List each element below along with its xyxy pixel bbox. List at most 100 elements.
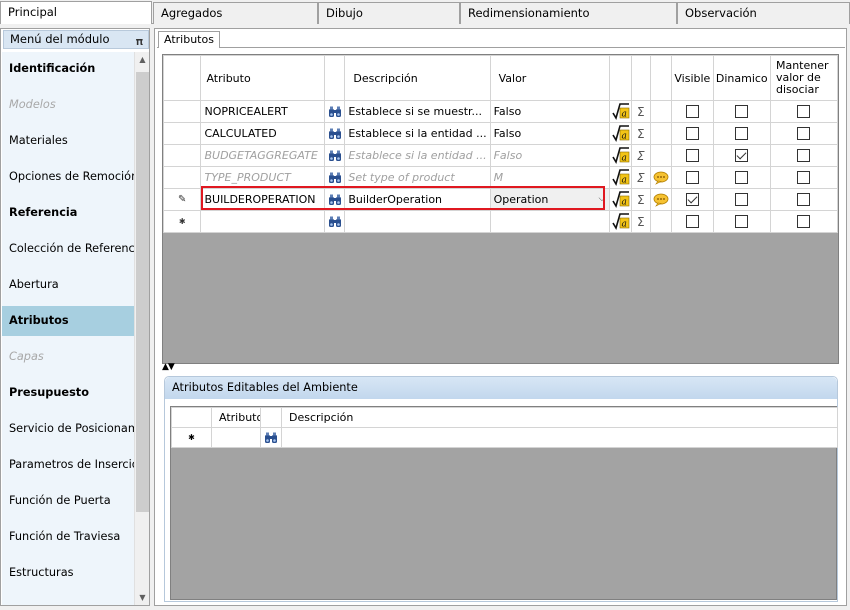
comment-icon[interactable] <box>649 122 673 145</box>
grid-row[interactable]: BUDGETAGGREGATE Establece si la entidad .… <box>162 144 839 167</box>
env-new-row[interactable]: ✱ <box>171 427 838 448</box>
column-header-visible[interactable]: Visible <box>671 55 714 101</box>
menu-item-colecci-n-de-referencias[interactable]: Colección de Referencias <box>2 234 134 264</box>
sigma-icon[interactable]: Σ <box>630 188 651 211</box>
grid-row[interactable]: NOPRICEALERT Establece si se muestr... Fal… <box>162 100 839 123</box>
binoculars-icon[interactable] <box>324 188 346 211</box>
formula-icon[interactable]: a <box>609 144 632 167</box>
visible-cell-checkbox[interactable] <box>685 105 699 119</box>
visible-cell[interactable] <box>671 122 714 145</box>
sigma-icon[interactable]: Σ <box>630 144 651 167</box>
comment-icon[interactable] <box>649 188 673 211</box>
formula-icon[interactable]: a <box>609 100 632 123</box>
menu-item-materiales[interactable]: Materiales <box>2 126 134 156</box>
binoculars-icon[interactable] <box>324 166 346 189</box>
keep-value-cell[interactable] <box>769 100 839 123</box>
visible-cell[interactable] <box>671 166 714 189</box>
visible-cell-checkbox[interactable] <box>685 171 699 185</box>
chevron-down-icon[interactable]: ⌵ <box>599 194 606 204</box>
binoculars-icon[interactable] <box>324 122 346 145</box>
scroll-thumb[interactable] <box>136 72 149 512</box>
description-cell[interactable]: Establece si la entidad ... <box>344 144 491 167</box>
menu-item-funci-n-de-puerta[interactable]: Función de Puerta <box>2 486 134 516</box>
value-cell[interactable]: M <box>489 166 611 189</box>
keep-value-cell[interactable] <box>769 210 839 233</box>
comment-icon[interactable] <box>649 166 673 189</box>
dynamic-cell[interactable] <box>712 144 771 167</box>
tab-atributos[interactable]: Atributos <box>158 31 220 48</box>
description-cell[interactable] <box>344 210 491 233</box>
visible-cell[interactable] <box>671 144 714 167</box>
grid-row[interactable]: TYPE_PRODUCT Set type of product Ma Σ <box>162 166 839 189</box>
env-description-cell[interactable] <box>281 427 838 448</box>
grid-row[interactable]: ✎ BUILDEROPERATION BuilderOperation Operati… <box>162 188 839 211</box>
visible-cell[interactable] <box>671 210 714 233</box>
env-binoculars-icon[interactable] <box>260 427 282 448</box>
comment-icon[interactable] <box>649 144 673 167</box>
attribute-cell[interactable]: BUILDEROPERATION <box>200 188 326 211</box>
keep-value-cell[interactable] <box>769 122 839 145</box>
dynamic-cell-checkbox[interactable] <box>735 215 749 229</box>
tab-principal[interactable]: Principal <box>0 1 152 24</box>
keep-value-cell-checkbox[interactable] <box>797 171 811 185</box>
description-cell[interactable]: Establece si se muestr... <box>344 100 491 123</box>
dynamic-cell[interactable] <box>712 210 771 233</box>
dynamic-cell-checkbox[interactable] <box>735 171 749 185</box>
menu-item-estructuras[interactable]: Estructuras <box>2 558 134 588</box>
menu-item-funci-n-de-traviesa[interactable]: Función de Traviesa <box>2 522 134 552</box>
description-cell[interactable]: Establece si la entidad ... <box>344 122 491 145</box>
menu-vertical-scrollbar[interactable]: ▲ ▼ <box>134 52 149 605</box>
visible-cell[interactable] <box>671 188 714 211</box>
keep-value-cell[interactable] <box>769 144 839 167</box>
visible-cell-checkbox[interactable] <box>685 127 699 141</box>
formula-icon[interactable]: a <box>609 166 632 189</box>
menu-item-identificaci-n[interactable]: Identificación <box>2 54 134 84</box>
scroll-up-arrow-icon[interactable]: ▲ <box>135 52 150 67</box>
formula-icon[interactable]: a <box>609 210 632 233</box>
value-cell[interactable] <box>489 210 611 233</box>
description-cell[interactable]: BuilderOperation <box>344 188 491 211</box>
menu-item-referencia[interactable]: Referencia <box>2 198 134 228</box>
attribute-cell[interactable]: NOPRICEALERT <box>200 100 326 123</box>
dynamic-cell-checkbox[interactable] <box>735 193 749 207</box>
value-dropdown[interactable]: Operation ⌵ <box>489 188 611 211</box>
sigma-icon[interactable]: Σ <box>630 210 651 233</box>
menu-item-atributos[interactable]: Atributos <box>2 306 134 336</box>
grid-new-row[interactable]: ✱ a Σ <box>162 210 839 233</box>
attribute-cell[interactable] <box>200 210 326 233</box>
menu-item-presupuesto[interactable]: Presupuesto <box>2 378 134 408</box>
splitter-arrows-icon[interactable]: ▲▼ <box>162 362 175 372</box>
keep-value-cell[interactable] <box>769 188 839 211</box>
menu-item-abertura[interactable]: Abertura <box>2 270 134 300</box>
formula-icon[interactable]: a <box>609 122 632 145</box>
keep-value-cell-checkbox[interactable] <box>797 215 811 229</box>
scroll-down-arrow-icon[interactable]: ▼ <box>135 590 150 605</box>
dynamic-cell-checkbox[interactable] <box>735 105 749 119</box>
comment-icon[interactable] <box>649 100 673 123</box>
keep-value-cell-checkbox[interactable] <box>797 193 811 207</box>
column-header-attribute[interactable]: Atributo <box>200 55 326 101</box>
dynamic-cell-checkbox[interactable] <box>735 127 749 141</box>
value-cell[interactable]: Falso <box>489 100 611 123</box>
description-cell[interactable]: Set type of product <box>344 166 491 189</box>
sigma-icon[interactable]: Σ <box>630 100 651 123</box>
keep-value-cell-checkbox[interactable] <box>797 149 811 163</box>
attribute-cell[interactable]: BUDGETAGGREGATE <box>200 144 326 167</box>
tab-dibujo[interactable]: Dibujo <box>318 2 460 24</box>
dynamic-cell[interactable] <box>712 100 771 123</box>
binoculars-icon[interactable] <box>324 144 346 167</box>
value-cell[interactable]: Falso <box>489 144 611 167</box>
column-header-value[interactable]: Valor <box>489 55 611 101</box>
pin-icon[interactable]: 𝛑 <box>136 33 143 50</box>
tab-agregados[interactable]: Agregados <box>153 2 318 24</box>
grid-row[interactable]: CALCULATED Establece si la entidad ... Fal… <box>162 122 839 145</box>
formula-icon[interactable]: a <box>609 188 632 211</box>
dynamic-cell[interactable] <box>712 122 771 145</box>
column-header-description[interactable]: Descripción <box>344 55 491 101</box>
menu-item-servicio-de-posicionamiento[interactable]: Servicio de Posicionamiento <box>2 414 134 444</box>
keep-value-cell-checkbox[interactable] <box>797 105 811 119</box>
tab-redimensionamiento[interactable]: Redimensionamiento <box>460 2 677 24</box>
menu-item-opciones-de-remoci-n[interactable]: Opciones de Remoción <box>2 162 134 192</box>
dynamic-cell[interactable] <box>712 188 771 211</box>
binoculars-icon[interactable] <box>324 100 346 123</box>
